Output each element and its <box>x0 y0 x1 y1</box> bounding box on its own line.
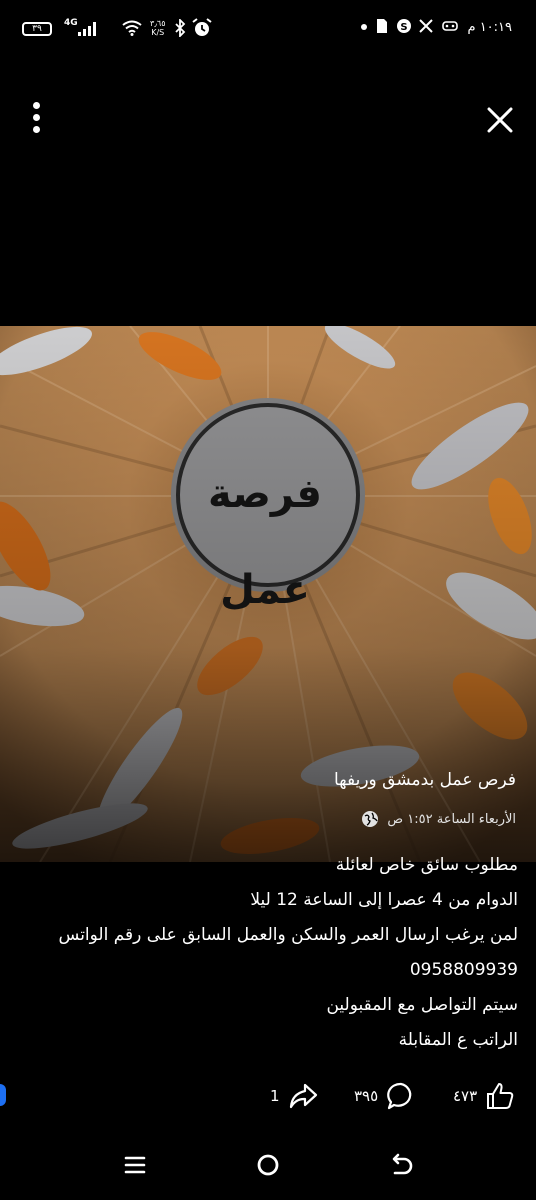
post-line: الراتب ع المقابلة <box>398 1030 518 1050</box>
speed-value: ٣٫٦٥ <box>150 19 166 28</box>
skype-icon: S <box>396 18 412 34</box>
comment-count: ٣٩٥ <box>354 1087 379 1105</box>
post-line: مطلوب سائق خاص لعائلة <box>335 855 518 875</box>
logo-text: فرصة عمل <box>208 471 322 613</box>
like-count: ٤٧٣ <box>453 1087 478 1105</box>
more-options-button[interactable] <box>26 102 46 136</box>
post-line: الدوام من 4 عصرا إلى الساعة 12 ليلا <box>250 890 518 910</box>
more-dot <box>32 102 40 109</box>
share-icon <box>289 1083 317 1109</box>
post-meta: الأربعاء الساعة ١:٥٢ ص <box>361 810 516 828</box>
wifi-icon <box>122 20 142 36</box>
comment-icon <box>387 1082 412 1110</box>
post-line: سيتم التواصل مع المقبولين <box>326 995 518 1015</box>
network-type: 4G <box>64 18 78 28</box>
more-dot <box>32 114 40 121</box>
battery-icon: ٣٩ <box>22 22 52 36</box>
share-count: 1 <box>270 1087 280 1105</box>
back-button[interactable] <box>386 1150 416 1180</box>
post-timestamp: الأربعاء الساعة ١:٥٢ ص <box>387 811 516 827</box>
globe-icon <box>362 811 379 827</box>
recent-apps-button[interactable] <box>120 1150 150 1180</box>
svg-text:S: S <box>400 22 407 33</box>
x-icon <box>418 18 434 34</box>
network-speed: ٣٫٦٥ K/S <box>150 19 166 37</box>
speed-unit: K/S <box>151 28 165 37</box>
group-name-link[interactable]: فرص عمل بدمشق وريفها <box>334 770 516 790</box>
signal-icon <box>78 22 96 36</box>
alarm-icon <box>192 18 212 36</box>
home-button[interactable] <box>253 1150 283 1180</box>
post-text: مطلوب سائق خاص لعائلة الدوام من 4 عصرا إ… <box>18 848 518 1058</box>
bluetooth-icon <box>175 19 186 37</box>
dot-icon <box>356 18 372 34</box>
battery-level: ٣٩ <box>32 24 42 34</box>
post-line: لمن يرغب ارسال العمر والسكن والعمل الساب… <box>58 925 518 945</box>
photo-viewer-screen: ١٠:١٩ م S ٣٩ 4G ٣٫٦٥ K/S فرصة عمل فرص عم… <box>0 0 536 1200</box>
reaction-bar: ٤٧٣ ٣٩٥ 1 <box>0 1076 536 1116</box>
document-icon <box>374 18 390 34</box>
more-dot <box>32 126 40 133</box>
system-nav-bar <box>0 1140 536 1190</box>
close-button[interactable] <box>484 104 516 136</box>
clock: ١٠:١٩ م <box>467 20 513 35</box>
phone-number[interactable]: 0958809939 <box>18 953 518 988</box>
comment-button[interactable]: ٣٩٥ <box>354 1076 416 1116</box>
status-bar: ١٠:١٩ م S ٣٩ 4G ٣٫٦٥ K/S <box>0 0 536 62</box>
thumbs-up-icon <box>487 1083 514 1109</box>
like-button[interactable]: ٤٧٣ <box>453 1076 515 1116</box>
messenger-icon <box>442 18 458 34</box>
share-button[interactable]: 1 <box>270 1076 318 1116</box>
